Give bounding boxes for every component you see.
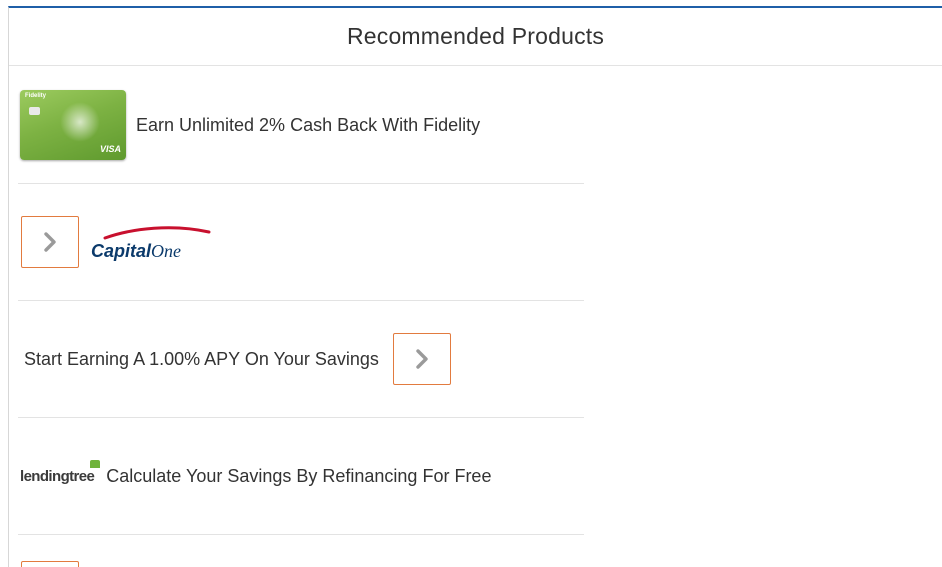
capital-one-swoosh-icon	[103, 226, 211, 240]
recommended-products-widget: Recommended Products Fidelity VISA Earn …	[8, 6, 942, 567]
list-item-fidelity[interactable]: Fidelity VISA Earn Unlimited 2% Cash Bac…	[18, 67, 584, 184]
chevron-right-icon	[44, 232, 56, 252]
widget-header: Recommended Products	[9, 8, 942, 66]
savings-offer-link[interactable]: Start Earning A 1.00% APY On Your Saving…	[24, 349, 379, 370]
list-item-capital-one[interactable]: Capital One	[18, 184, 584, 301]
product-list: Fidelity VISA Earn Unlimited 2% Cash Bac…	[18, 67, 584, 535]
list-item-savings[interactable]: Start Earning A 1.00% APY On Your Saving…	[18, 301, 584, 418]
list-item-lendingtree[interactable]: lendingtree Calculate Your Savings By Re…	[18, 418, 584, 535]
card-glow	[60, 102, 100, 142]
capital-one-word-one: One	[151, 241, 182, 261]
fidelity-offer-link[interactable]: Earn Unlimited 2% Cash Back With Fidelit…	[136, 115, 480, 136]
fidelity-card-image[interactable]: Fidelity VISA	[20, 90, 126, 160]
capital-one-logo[interactable]: Capital One	[91, 222, 211, 262]
capital-one-word-capital: Capital	[91, 241, 152, 261]
chevron-right-icon	[416, 349, 428, 369]
visa-logo-text: VISA	[99, 144, 121, 154]
lendingtree-logo[interactable]: lendingtree	[20, 459, 100, 485]
lendingtree-leaf-icon	[90, 459, 100, 468]
next-item-arrow-button[interactable]	[21, 561, 79, 567]
card-chip-icon	[29, 107, 40, 115]
lendingtree-logo-text: lendingtree	[20, 467, 95, 485]
lendingtree-offer-link[interactable]: Calculate Your Savings By Refinancing Fo…	[106, 466, 491, 487]
widget-title: Recommended Products	[346, 23, 605, 49]
card-brand-text: Fidelity	[25, 93, 47, 99]
savings-arrow-button[interactable]	[392, 333, 451, 385]
capital-one-arrow-button[interactable]	[21, 216, 79, 268]
